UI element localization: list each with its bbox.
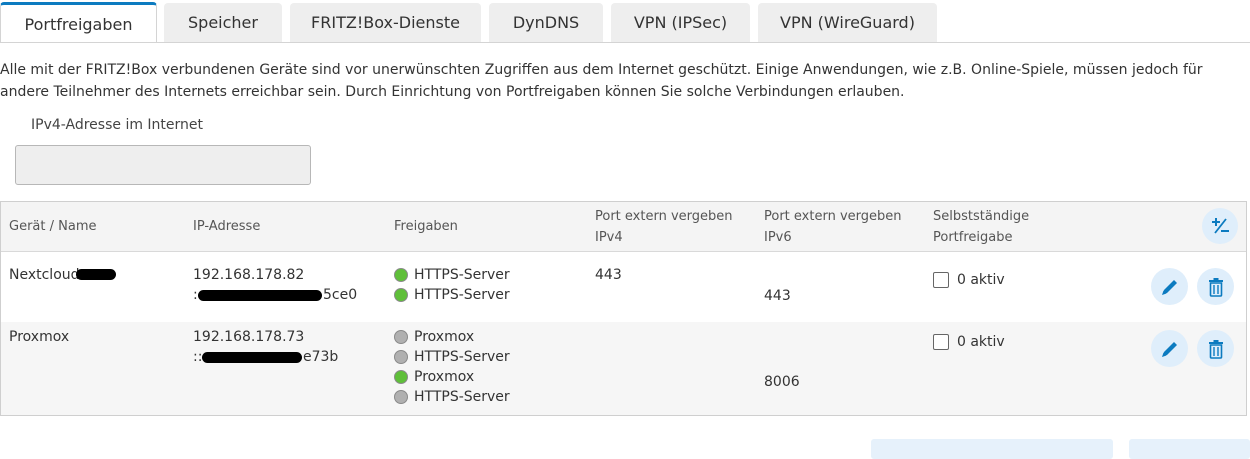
redaction-mark: [202, 352, 302, 363]
header-port-ipv6-line2: IPv6: [764, 230, 792, 245]
redaction-mark: [76, 269, 116, 280]
trash-icon: [1208, 277, 1223, 297]
self-sharing-checkbox[interactable]: [933, 334, 949, 350]
status-green-icon: [394, 268, 408, 282]
self-sharing-checkbox[interactable]: [933, 272, 949, 288]
share-label: HTTPS-Server: [414, 267, 510, 283]
ipv6-address-end: e73b: [303, 349, 339, 365]
header-shares: Freigaben: [394, 219, 458, 234]
tab-vpn-ipsec[interactable]: VPN (IPSec): [611, 3, 750, 42]
tab-dyndns[interactable]: DynDNS: [489, 3, 603, 42]
share-rule: HTTPS-Server: [394, 285, 510, 305]
status-grey-icon: [394, 330, 408, 344]
port-ipv4: 443: [595, 267, 622, 283]
status-green-icon: [394, 370, 408, 384]
delete-button[interactable]: [1197, 330, 1234, 367]
header-ip: IP-Adresse: [193, 219, 261, 234]
header-self-sharing: Selbstständige Portfreigabe: [933, 206, 1029, 248]
pencil-icon: [1161, 279, 1177, 295]
ipv4-address-field[interactable]: [15, 145, 311, 185]
header-port-ipv6: Port extern vergeben IPv6: [764, 206, 902, 248]
ipv4-address: 192.168.178.82: [193, 267, 305, 283]
edit-button[interactable]: [1151, 330, 1188, 367]
table-row: Proxmox 192.168.178.73 :: e73b Proxmox H…: [1, 322, 1246, 415]
table-row: Nextcloud 192.168.178.82 : 5ce0 HTTPS-Se…: [1, 252, 1246, 322]
status-grey-icon: [394, 350, 408, 364]
ipv4-address: 192.168.178.73: [193, 329, 305, 345]
header-port-ipv6-line1: Port extern vergeben: [764, 209, 902, 224]
pencil-icon: [1161, 341, 1177, 357]
share-label: HTTPS-Server: [414, 287, 510, 303]
port-ipv6: 443: [764, 288, 791, 304]
device-name: Nextcloud: [9, 267, 80, 283]
bottom-action-button[interactable]: [1129, 439, 1250, 459]
header-self-line2: Portfreigabe: [933, 230, 1013, 245]
plus-minus-icon: [1212, 218, 1229, 234]
ipv6-address-start: :: [193, 287, 198, 303]
tab-speicher[interactable]: Speicher: [164, 3, 282, 42]
self-sharing-control: 0 aktiv: [933, 270, 1005, 290]
sort-toggle-button[interactable]: [1202, 208, 1238, 244]
port-ipv6: 8006: [764, 374, 800, 390]
header-device: Gerät / Name: [9, 219, 97, 234]
share-rule: Proxmox: [394, 367, 510, 387]
device-name: Proxmox: [9, 329, 70, 345]
delete-button[interactable]: [1197, 268, 1234, 305]
header-self-line1: Selbstständige: [933, 209, 1030, 224]
self-sharing-label: 0 aktiv: [957, 334, 1005, 350]
ipv6-address-end: 5ce0: [323, 287, 358, 303]
shares-list: HTTPS-Server HTTPS-Server: [394, 265, 510, 305]
shares-list: Proxmox HTTPS-Server Proxmox HTTPS-Serve…: [394, 327, 510, 407]
tab-vpn-wireguard[interactable]: VPN (WireGuard): [758, 3, 937, 42]
intro-text: Alle mit der FRITZ!Box verbundenen Gerät…: [0, 62, 1203, 100]
self-sharing-control: 0 aktiv: [933, 332, 1005, 352]
share-label: HTTPS-Server: [414, 349, 510, 365]
share-label: Proxmox: [414, 369, 475, 385]
share-label: HTTPS-Server: [414, 389, 510, 405]
status-grey-icon: [394, 390, 408, 404]
header-port-ipv4-line1: Port extern vergeben: [595, 209, 733, 224]
port-sharing-table: Gerät / Name IP-Adresse Freigaben Port e…: [0, 201, 1247, 416]
share-rule: HTTPS-Server: [394, 387, 510, 407]
tab-fritzbox-dienste[interactable]: FRITZ!Box-Dienste: [290, 3, 481, 42]
edit-button[interactable]: [1151, 268, 1188, 305]
redaction-mark: [198, 290, 322, 301]
tab-divider: [0, 42, 1250, 43]
table-header: Gerät / Name IP-Adresse Freigaben Port e…: [1, 202, 1246, 252]
tab-portfreigaben[interactable]: Portfreigaben: [0, 2, 157, 43]
status-green-icon: [394, 288, 408, 302]
header-port-ipv4-line2: IPv4: [595, 230, 623, 245]
share-rule: Proxmox: [394, 327, 510, 347]
ipv4-label: IPv4-Adresse im Internet: [31, 117, 204, 133]
bottom-action-button[interactable]: [871, 439, 1113, 459]
header-port-ipv4: Port extern vergeben IPv4: [595, 206, 733, 248]
share-rule: HTTPS-Server: [394, 265, 510, 285]
share-rule: HTTPS-Server: [394, 347, 510, 367]
trash-icon: [1208, 339, 1223, 359]
tab-bar: Portfreigaben Speicher FRITZ!Box-Dienste…: [0, 0, 1250, 43]
share-label: Proxmox: [414, 329, 475, 345]
self-sharing-label: 0 aktiv: [957, 272, 1005, 288]
